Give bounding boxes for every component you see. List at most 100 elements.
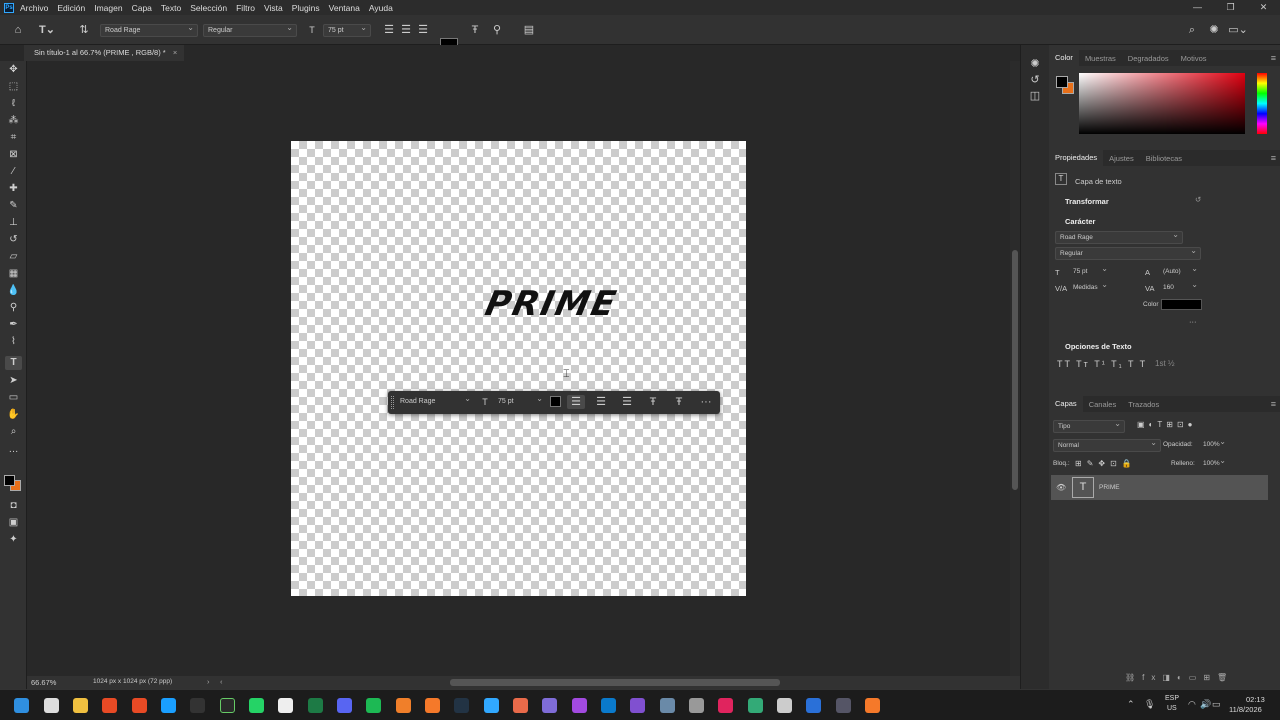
blender-icon[interactable] xyxy=(425,698,440,713)
font-family-select[interactable]: Road Rage xyxy=(100,22,198,37)
microphone-icon[interactable]: 🎙 xyxy=(1144,699,1155,710)
brush-tool-icon[interactable]: ✎ xyxy=(5,199,22,213)
kerning-select[interactable]: Medidas xyxy=(1069,279,1111,295)
ctx-font-family-select[interactable]: Road Rage xyxy=(396,393,474,409)
document-canvas[interactable] xyxy=(291,141,746,596)
type-tool-icon[interactable]: T xyxy=(5,356,22,370)
teams-icon[interactable] xyxy=(542,698,557,713)
opacity-select[interactable]: 100% xyxy=(1199,436,1229,452)
character-section-header[interactable]: Carácter xyxy=(1065,217,1095,226)
menu-capa[interactable]: Capa xyxy=(132,3,152,13)
gradient-tool-icon[interactable]: ▦ xyxy=(5,267,22,281)
snipping-icon[interactable] xyxy=(806,698,821,713)
fill-select[interactable]: 100% xyxy=(1199,455,1229,471)
properties-font-family-select[interactable]: Road Rage xyxy=(1055,229,1183,244)
status-expand-icon[interactable]: › xyxy=(207,677,210,686)
marquee-tool-icon[interactable]: ⬚ xyxy=(5,80,22,94)
align-center-icon[interactable]: ☰ xyxy=(399,23,413,37)
magic-wand-tool-icon[interactable]: ⁂ xyxy=(5,114,22,128)
app-green-icon[interactable] xyxy=(748,698,763,713)
font-size-select[interactable]: 75 pt xyxy=(323,22,371,37)
document-tab[interactable]: Sin título-1 al 66.7% (PRIME , RGB/8) * … xyxy=(24,45,184,61)
menu-texto[interactable]: Texto xyxy=(161,3,181,13)
rectangle-tool-icon[interactable]: ▭ xyxy=(5,391,22,405)
layer-row[interactable]: 👁 T PRIME xyxy=(1051,475,1268,500)
ctx-warp-text-icon[interactable]: Ŧ xyxy=(645,395,661,409)
adjustments-panel-icon[interactable]: ◫ xyxy=(1028,89,1042,103)
obsidian-icon[interactable] xyxy=(630,698,645,713)
path-selection-tool-icon[interactable]: ➤ xyxy=(5,374,22,388)
color-picker-field[interactable] xyxy=(1079,73,1245,134)
ctx-align-left-icon[interactable]: ☰ xyxy=(567,395,585,409)
battery-icon[interactable]: ▭ xyxy=(1212,699,1221,710)
tab-muestras[interactable]: Muestras xyxy=(1079,54,1122,63)
brave-icon[interactable] xyxy=(102,698,117,713)
menu-filtro[interactable]: Filtro xyxy=(236,3,255,13)
align-right-icon[interactable]: ☰ xyxy=(416,23,430,37)
warp-text-icon[interactable]: Ŧ xyxy=(468,23,482,37)
chatgpt-icon[interactable] xyxy=(689,698,704,713)
discord-icon[interactable] xyxy=(337,698,352,713)
app-a-icon[interactable] xyxy=(220,698,235,713)
toggle-text-orientation-icon[interactable]: ⇅ xyxy=(76,23,92,37)
menu-imagen[interactable]: Imagen xyxy=(94,3,122,13)
frame-tool-icon[interactable]: ⊠ xyxy=(5,148,22,162)
box-icon[interactable] xyxy=(396,698,411,713)
ctx-font-size-select[interactable]: 75 pt xyxy=(494,393,546,409)
app-flower-icon[interactable] xyxy=(777,698,792,713)
more-tools-icon[interactable]: … xyxy=(5,443,22,457)
tab-motivos[interactable]: Motivos xyxy=(1175,54,1213,63)
history-panel-icon[interactable]: ↺ xyxy=(1028,73,1042,87)
ctx-color-swatch[interactable] xyxy=(550,396,561,407)
screen-mode-icon[interactable]: ▣ xyxy=(5,516,22,530)
crop-tool-icon[interactable]: ⌗ xyxy=(5,131,22,145)
menu-edicion[interactable]: Edición xyxy=(57,3,85,13)
pen-tool-icon[interactable]: ✒ xyxy=(5,318,22,332)
tab-ajustes[interactable]: Ajustes xyxy=(1103,154,1140,163)
character-panel-toggle-icon[interactable]: ⚲ xyxy=(490,23,504,37)
canvas-text-layer[interactable]: PRIME xyxy=(482,284,621,324)
close-window-button[interactable]: ✕ xyxy=(1247,0,1280,15)
scroll-left-icon[interactable]: ‹ xyxy=(220,677,223,686)
pen-tool-alt-icon[interactable]: ⌇ xyxy=(5,335,22,349)
font-style-select[interactable]: Regular xyxy=(203,22,297,37)
layer-filter-select[interactable]: Tipo xyxy=(1053,418,1125,433)
notion-icon[interactable] xyxy=(278,698,293,713)
quick-mask-icon[interactable]: ◘ xyxy=(5,499,22,513)
more-character-options-icon[interactable]: ··· xyxy=(1189,317,1197,326)
zoom-tool-icon[interactable]: ⌕ xyxy=(5,425,22,439)
tab-trazados[interactable]: Trazados xyxy=(1122,400,1165,409)
menu-archivo[interactable]: Archivo xyxy=(20,3,48,13)
spotify-icon[interactable] xyxy=(366,698,381,713)
search-icon[interactable]: ⌕ xyxy=(1185,23,1199,37)
task-view-icon[interactable] xyxy=(44,698,59,713)
excel-icon[interactable] xyxy=(308,698,323,713)
vscode-icon[interactable] xyxy=(601,698,616,713)
text-style-buttons[interactable]: TT Tт T¹ T₁ T T xyxy=(1057,359,1147,369)
restore-button[interactable]: ❐ xyxy=(1214,0,1247,15)
eyedropper-tool-icon[interactable]: ⁄ xyxy=(5,165,22,179)
history-brush-tool-icon[interactable]: ↺ xyxy=(5,233,22,247)
menu-plugins[interactable]: Plugins xyxy=(292,3,320,13)
layer-name[interactable]: PRIME xyxy=(1099,484,1120,491)
horizontal-scroll-thumb[interactable] xyxy=(450,679,780,686)
tab-propiedades[interactable]: Propiedades xyxy=(1049,150,1104,166)
language-bottom[interactable]: US xyxy=(1167,705,1177,712)
menu-seleccion[interactable]: Selección xyxy=(190,3,227,13)
tab-capas[interactable]: Capas xyxy=(1049,396,1083,412)
blur-tool-icon[interactable]: 💧 xyxy=(5,284,22,298)
lightbulb-icon[interactable]: ✺ xyxy=(1207,23,1221,37)
ctx-more-icon[interactable]: ··· xyxy=(698,395,714,409)
clock-time[interactable]: 02:13 xyxy=(1246,695,1265,704)
layer-filter-icons[interactable]: ▣◐T⊞⊡● xyxy=(1137,420,1197,429)
github-icon[interactable] xyxy=(572,698,587,713)
clock-date[interactable]: 11/8/2026 xyxy=(1229,705,1262,714)
lock-buttons[interactable]: ⊞✎✥⊡🔒 xyxy=(1075,459,1137,468)
transform-section-header[interactable]: Transformar xyxy=(1065,197,1109,206)
close-tab-icon[interactable]: × xyxy=(173,48,177,57)
ctx-align-center-icon[interactable]: ☰ xyxy=(593,395,609,409)
steam-icon[interactable] xyxy=(161,698,176,713)
text-options-section-header[interactable]: Opciones de Texto xyxy=(1065,342,1132,351)
learn-panel-icon[interactable]: ✺ xyxy=(1028,57,1042,71)
lasso-tool-icon[interactable]: ℓ xyxy=(5,97,22,111)
